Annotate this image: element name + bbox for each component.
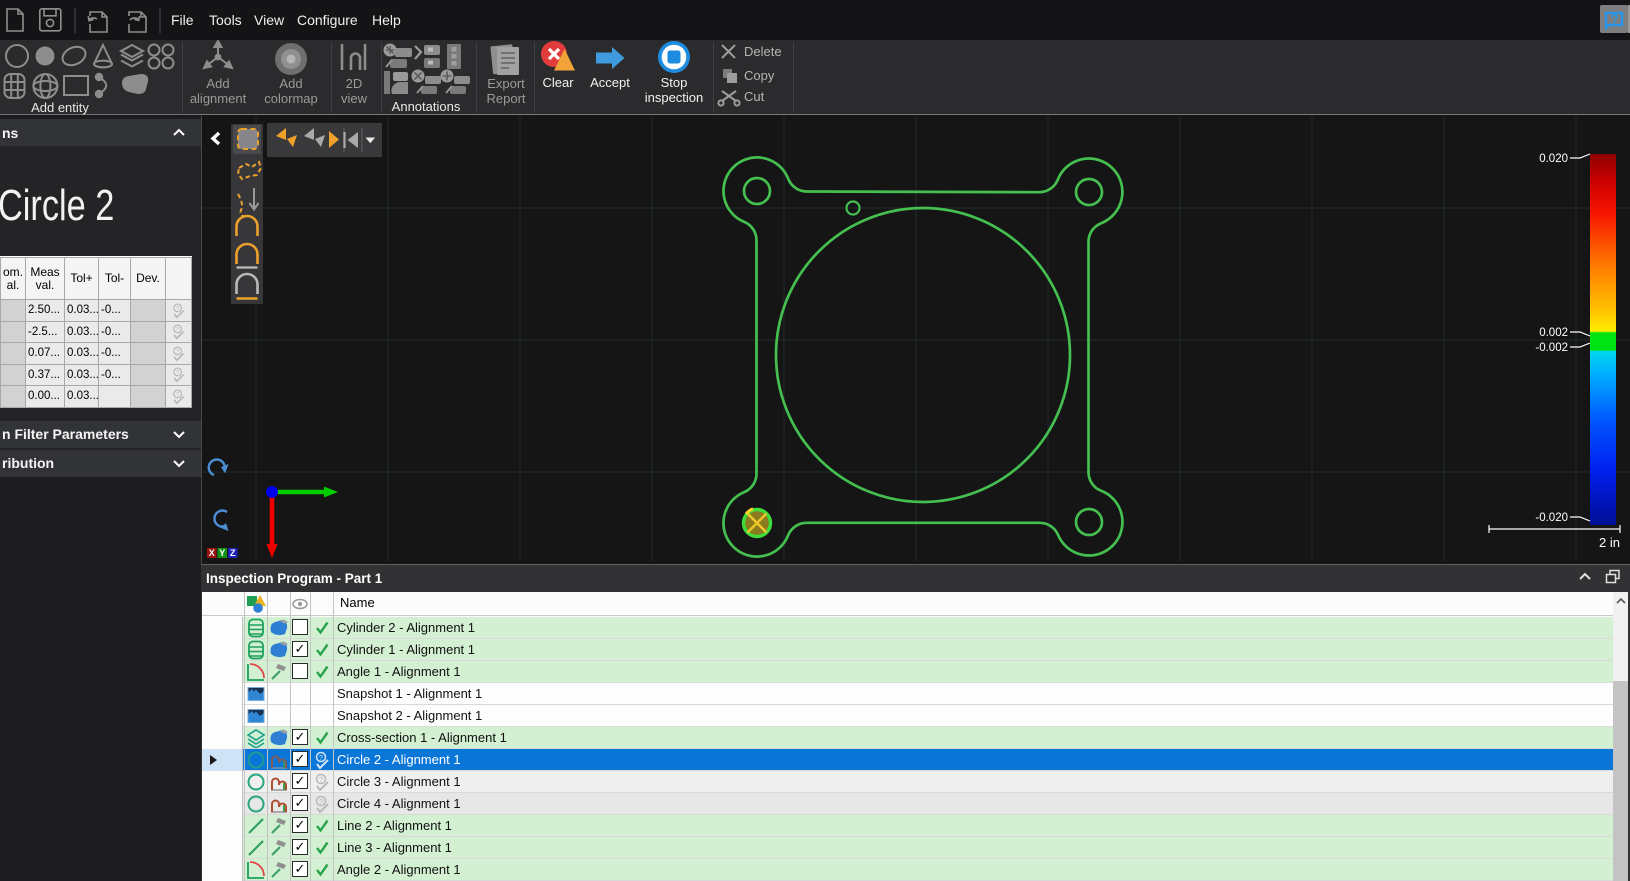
svg-text:0.002: 0.002 [1539, 327, 1568, 339]
svg-text:X: X [209, 548, 215, 558]
svg-text:Y: Y [219, 548, 225, 558]
svg-text:-0.002: -0.002 [1535, 342, 1568, 354]
svg-text:-0.020: -0.020 [1535, 512, 1568, 524]
svg-text:0.020: 0.020 [1539, 153, 1568, 165]
svg-text:2 in: 2 in [1599, 535, 1620, 550]
svg-text:Z: Z [230, 548, 236, 558]
svg-text:?: ? [1611, 12, 1619, 27]
